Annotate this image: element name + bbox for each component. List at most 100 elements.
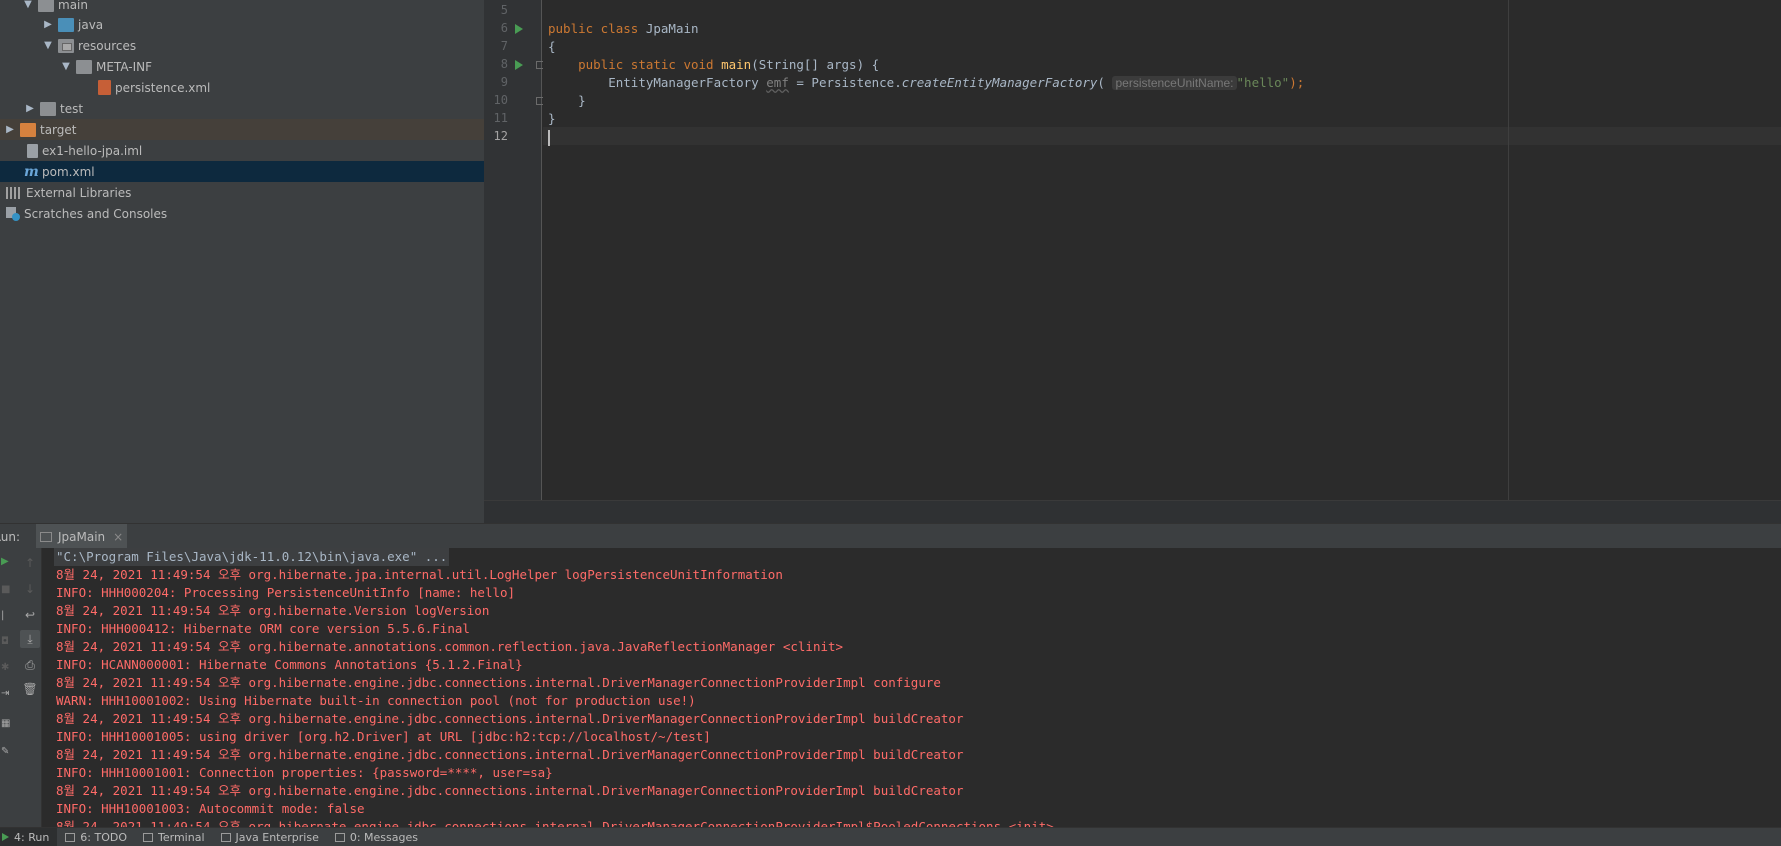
scroll-to-end-icon[interactable]: ⤓ <box>20 630 40 648</box>
console-line: INFO: HHH10001003: Autocommit mode: fals… <box>56 801 365 816</box>
tree-item-label: persistence.xml <box>115 80 211 95</box>
resources-folder-icon <box>58 38 74 53</box>
arrow-up-icon[interactable]: ↑ <box>20 554 40 572</box>
tab-terminal[interactable]: Terminal <box>135 828 213 846</box>
run-class-icon[interactable] <box>515 24 523 34</box>
text-caret <box>548 129 550 146</box>
code-line-9: EntityManagerFactory emf = Persistence.c… <box>608 75 1305 90</box>
run-side-toolbar: ▶ ■ | ◘ ✱ ⇥ ▦ ✎ <box>0 548 16 827</box>
console-toolbar: ↑ ↓ ↩ ⤓ ⎙ 🗑 <box>16 548 42 827</box>
chevron-right-icon[interactable]: ▶ <box>24 103 36 115</box>
tree-item-external-libraries[interactable]: External Libraries <box>0 182 484 203</box>
console-line: 8월 24, 2021 11:49:54 오후 org.hibernate.Ve… <box>56 603 490 618</box>
tree-item-label: pom.xml <box>42 164 95 179</box>
tab-java-enterprise[interactable]: Java Enterprise <box>213 828 327 846</box>
tree-item-label: target <box>40 122 77 137</box>
tree-item-resources[interactable]: ▼ resources <box>0 35 484 56</box>
trash-icon[interactable]: 🗑 <box>20 680 40 698</box>
close-icon[interactable]: × <box>113 530 123 544</box>
console-line: WARN: HHH10001002: Using Hibernate built… <box>56 693 696 708</box>
console-line: INFO: HHH10001005: using driver [org.h2.… <box>56 729 711 744</box>
chevron-right-icon[interactable]: ▶ <box>42 19 54 31</box>
console-line: INFO: HHH10001001: Connection properties… <box>56 765 553 780</box>
folder-icon <box>38 0 54 12</box>
folder-icon <box>40 101 56 116</box>
console-line: INFO: HHH000412: Hibernate ORM core vers… <box>56 621 470 636</box>
current-line-highlight <box>543 127 1781 145</box>
tab-label: 0: Messages <box>349 830 418 844</box>
run-panel-label: Run: <box>0 530 21 544</box>
console-output[interactable]: "C:\Program Files\Java\jdk-11.0.12\bin\j… <box>42 548 1781 827</box>
code-line-6: public class JpaMain <box>548 21 699 36</box>
console-line: 8월 24, 2021 11:49:54 오후 org.hibernate.en… <box>56 711 964 726</box>
tree-item-pom-xml[interactable]: m pom.xml <box>0 161 484 182</box>
tree-item-target[interactable]: ▶ target <box>0 119 484 140</box>
xml-file-icon <box>98 80 111 95</box>
iml-file-icon <box>27 143 38 158</box>
tree-item-iml[interactable]: ex1-hello-jpa.iml <box>0 140 484 161</box>
run-panel-header: Run: JpaMain × <box>0 523 1781 549</box>
stop-icon[interactable]: ■ <box>1 584 11 595</box>
tool-window-bar: 4: Run 6: TODO Terminal Java Enterprise … <box>0 827 1781 846</box>
tree-item-test[interactable]: ▶ test <box>0 98 484 119</box>
restore-layout-icon[interactable]: | <box>1 610 11 621</box>
tree-item-java[interactable]: ▶ java <box>0 14 484 35</box>
code-editor[interactable]: public class JpaMain { public static voi… <box>543 0 1781 500</box>
chevron-down-icon[interactable]: ▼ <box>60 61 72 73</box>
tree-item-persistence-xml[interactable]: persistence.xml <box>0 77 484 98</box>
console-line: 8월 24, 2021 11:49:54 오후 org.hibernate.jp… <box>56 567 783 582</box>
exit-icon[interactable]: ⇥ <box>1 688 11 699</box>
tab-label: Java Enterprise <box>235 830 319 844</box>
console-line: 8월 24, 2021 11:49:54 오후 org.hibernate.en… <box>56 747 964 762</box>
tree-item-meta-inf[interactable]: ▼ META-INF <box>0 56 484 77</box>
console-line: 8월 24, 2021 11:49:54 오후 org.hibernate.an… <box>56 639 844 654</box>
right-margin-guide <box>1508 0 1509 500</box>
settings-icon[interactable]: ✱ <box>1 662 11 673</box>
tab-messages[interactable]: 0: Messages <box>327 828 426 846</box>
scratches-icon <box>6 206 20 221</box>
line-number: 12 <box>493 129 508 143</box>
maven-icon: m <box>24 163 39 180</box>
code-line-8: public static void main(String[] args) { <box>578 57 880 72</box>
run-tab-label: JpaMain <box>58 529 106 544</box>
project-tree: ▼ main ▶ java ▼ resources ▼ META-INF per… <box>0 0 484 523</box>
ide-window: ▼ main ▶ java ▼ resources ▼ META-INF per… <box>0 0 1781 846</box>
folder-icon <box>76 59 92 74</box>
run-tab-jpamain[interactable]: JpaMain × <box>36 524 128 549</box>
chevron-right-icon[interactable]: ▶ <box>4 124 16 136</box>
application-icon <box>40 531 52 542</box>
line-number: 7 <box>500 39 508 53</box>
editor-breadcrumb-bar <box>484 500 1781 523</box>
java-enterprise-icon <box>220 832 231 842</box>
console-line: 8월 24, 2021 11:49:54 오후 org.hibernate.en… <box>56 819 1054 827</box>
line-number: 10 <box>493 93 508 107</box>
rerun-icon[interactable]: ▶ <box>1 556 11 567</box>
tab-run[interactable]: 4: Run <box>0 827 58 846</box>
tab-label: 6: TODO <box>80 830 128 844</box>
tab-todo[interactable]: 6: TODO <box>57 828 135 846</box>
arrow-down-icon[interactable]: ↓ <box>20 580 40 598</box>
camera-icon[interactable]: ◘ <box>1 636 11 647</box>
print-icon[interactable]: ⎙ <box>20 656 40 674</box>
console-line: 8월 24, 2021 11:49:54 오후 org.hibernate.en… <box>56 783 964 798</box>
tree-item-label: main <box>58 0 88 12</box>
tree-item-label: External Libraries <box>26 185 132 200</box>
line-number: 9 <box>500 75 508 89</box>
library-icon <box>6 186 22 199</box>
tab-label: 4: Run <box>14 830 50 844</box>
tree-item-label: ex1-hello-jpa.iml <box>42 143 143 158</box>
tree-item-main[interactable]: ▼ main <box>0 0 484 15</box>
soft-wrap-icon[interactable]: ↩ <box>20 606 40 624</box>
excluded-folder-icon <box>20 122 36 137</box>
line-number: 6 <box>500 21 508 35</box>
chevron-down-icon[interactable]: ▼ <box>22 0 34 11</box>
line-number: 5 <box>500 3 508 17</box>
code-line-12 <box>548 128 550 146</box>
layout-icon[interactable]: ▦ <box>1 718 11 729</box>
console-line: 8월 24, 2021 11:49:54 오후 org.hibernate.en… <box>56 675 941 690</box>
run-method-icon[interactable] <box>515 60 523 70</box>
chevron-down-icon[interactable]: ▼ <box>42 40 54 52</box>
pin-icon[interactable]: ✎ <box>1 746 11 757</box>
tree-item-scratches[interactable]: Scratches and Consoles <box>0 203 484 224</box>
tree-item-label: java <box>78 17 104 32</box>
